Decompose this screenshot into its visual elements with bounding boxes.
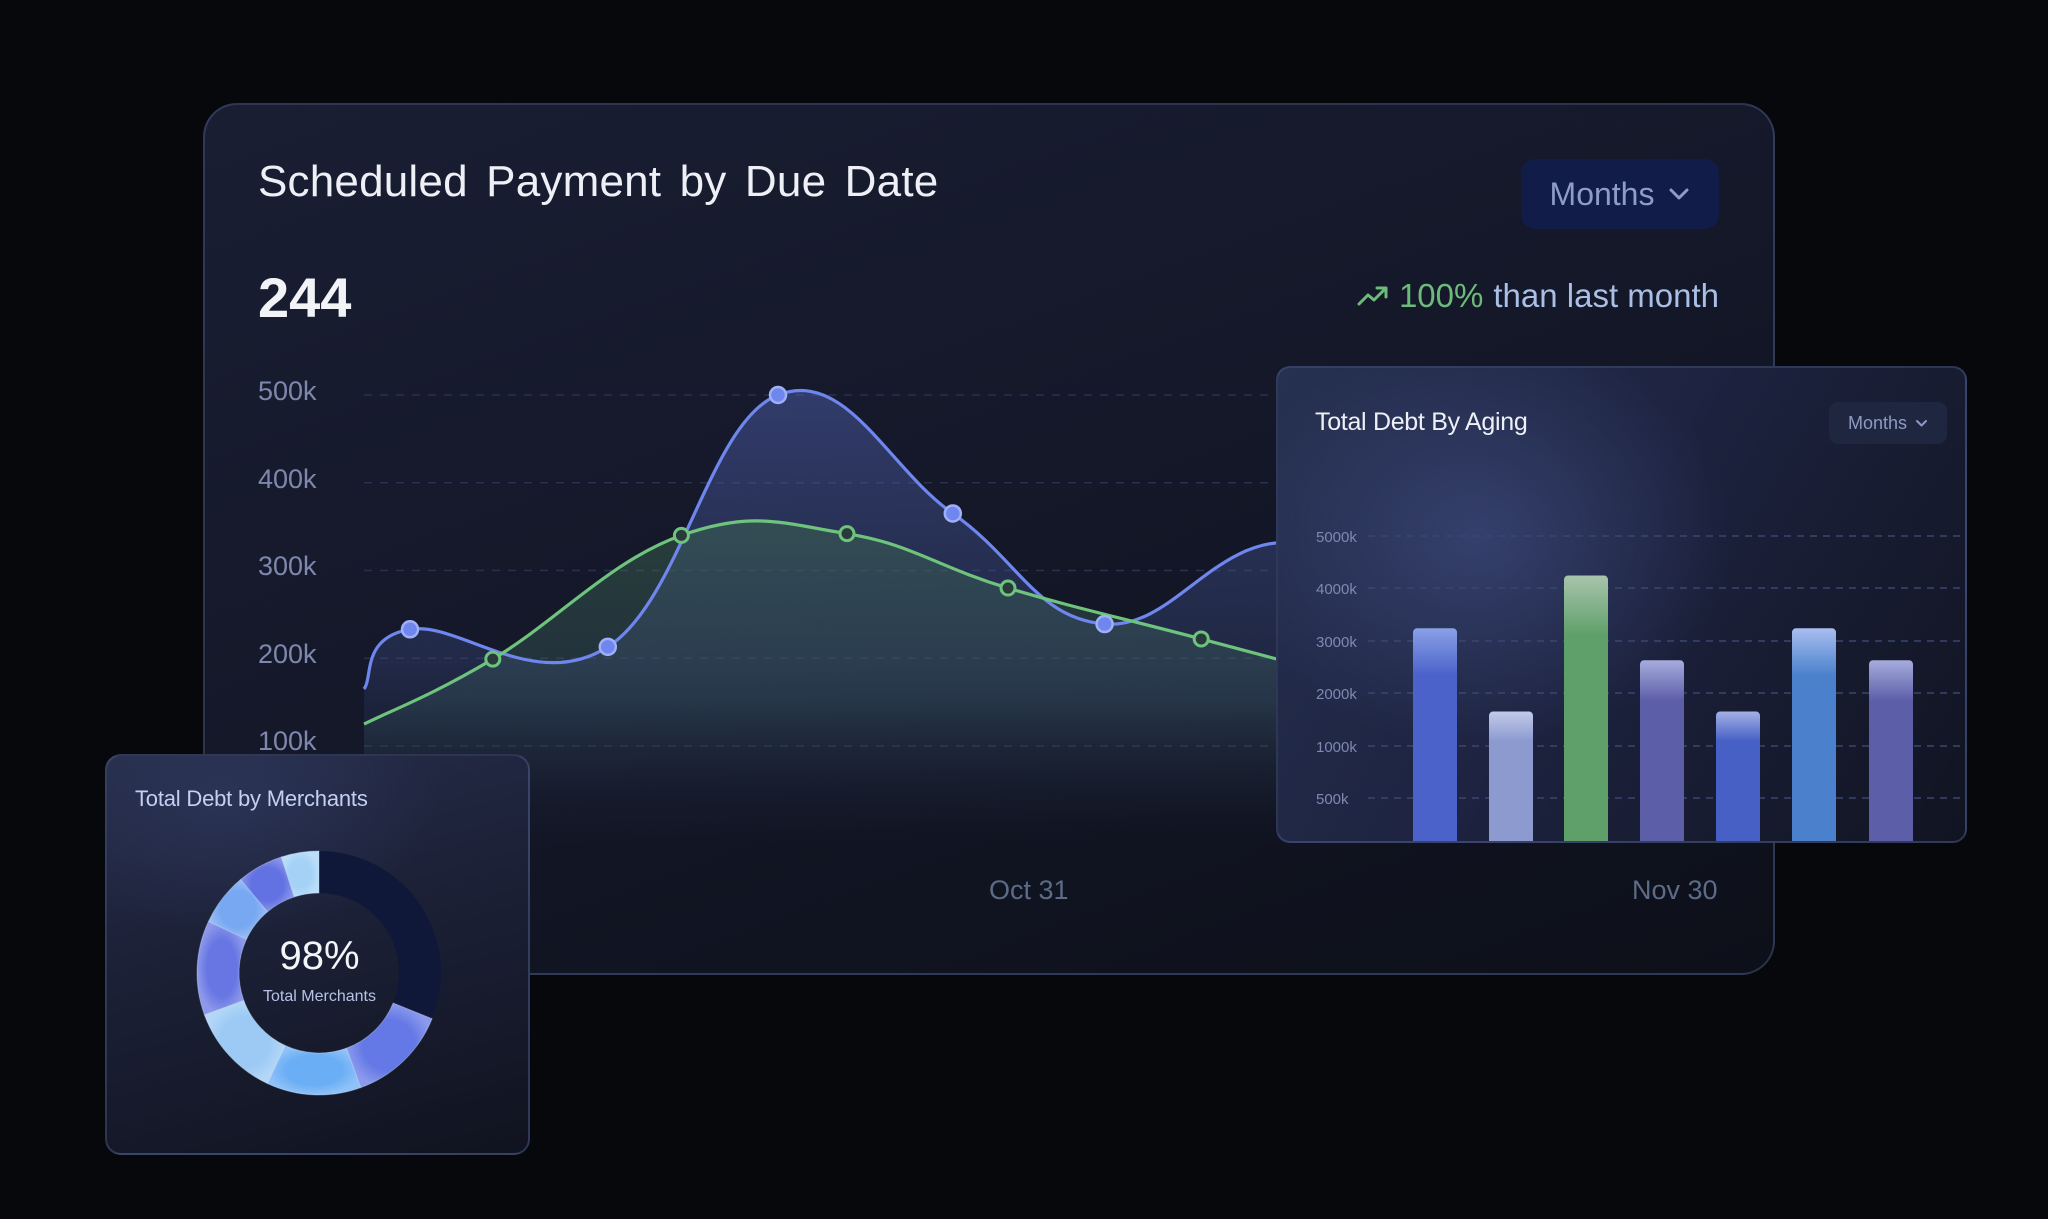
green-data-point xyxy=(838,525,856,543)
bar xyxy=(1413,628,1457,841)
green-data-point xyxy=(484,650,502,668)
donut-slice-shade xyxy=(346,1002,433,1088)
y-tick-label: 4000k xyxy=(1316,581,1357,598)
donut-center-label: Total Merchants xyxy=(263,988,376,1005)
y-tick-label: 1000k xyxy=(1316,739,1357,756)
green-data-point xyxy=(672,526,690,544)
bar xyxy=(1792,628,1836,841)
blue-data-point xyxy=(768,385,788,405)
bar xyxy=(1869,660,1913,841)
blue-data-point xyxy=(1095,614,1114,634)
green-data-point xyxy=(999,579,1017,597)
y-tick-label: 5000k xyxy=(1316,529,1357,546)
bar xyxy=(1489,711,1533,841)
debt-by-merchants-card: Total Debt by Merchants 98% Total Mercha… xyxy=(105,754,530,1155)
bar xyxy=(1640,660,1684,841)
donut-center-value: 98% xyxy=(279,934,360,978)
blue-data-point xyxy=(400,620,420,639)
bar xyxy=(1716,711,1760,841)
blue-data-point xyxy=(943,504,963,523)
y-tick-label: 2000k xyxy=(1316,686,1357,703)
green-data-point xyxy=(1192,630,1210,648)
y-tick-label: 500k xyxy=(1316,791,1349,808)
bar-chart: 5000k 4000k 3000k 2000k 1000k 500k xyxy=(1316,529,1965,841)
debt-by-aging-card: Total Debt By Aging Months 5000k 4000k 300… xyxy=(1276,366,1967,843)
donut-slice-shade xyxy=(204,1000,286,1084)
y-tick-label: 3000k xyxy=(1316,634,1357,651)
bar xyxy=(1564,575,1608,841)
blue-data-point xyxy=(598,637,618,657)
